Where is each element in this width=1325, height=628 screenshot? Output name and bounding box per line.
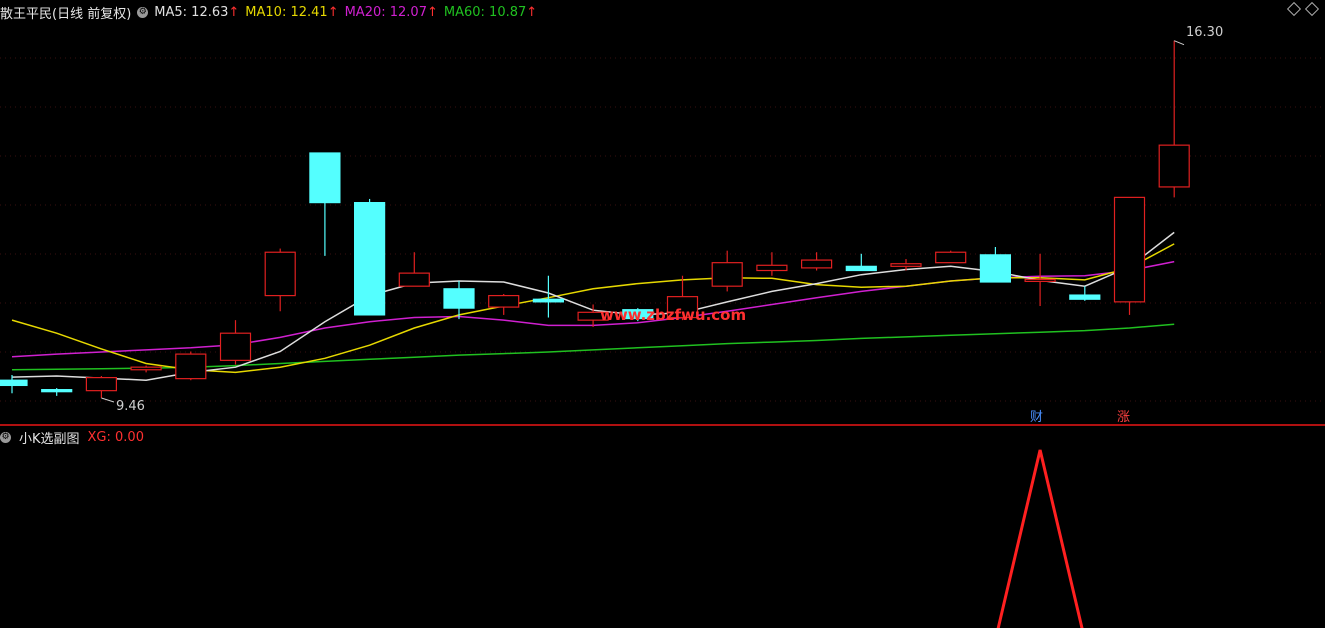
- candle-body: [1113, 196, 1146, 303]
- candle-body: [488, 294, 520, 308]
- candle: [309, 152, 341, 256]
- candle-body: [935, 251, 967, 264]
- high-price-label: 16.30: [1186, 25, 1223, 40]
- candle-body: [398, 272, 430, 287]
- candle-body: [354, 202, 386, 316]
- candle: [1024, 253, 1056, 307]
- candle-body: [41, 389, 73, 393]
- candle-body: [890, 263, 922, 267]
- candle-body: [175, 353, 207, 380]
- candle-body: [130, 366, 162, 371]
- candle: [488, 294, 520, 315]
- candle: [130, 365, 162, 373]
- watermark: www.zbzfwu.com: [600, 306, 746, 324]
- candle-body: [532, 298, 565, 303]
- high-pointer: [1174, 40, 1185, 46]
- candle-body: [443, 288, 475, 309]
- candle: [979, 247, 1012, 283]
- candle-body: [0, 379, 28, 387]
- candle-body: [1069, 294, 1101, 300]
- candle-body: [979, 254, 1012, 283]
- xg-value: XG: 0.00: [87, 429, 144, 445]
- candle-body: [1158, 144, 1190, 188]
- candle: [756, 252, 788, 276]
- zhang-marker: 涨: [1117, 410, 1130, 425]
- candle: [219, 320, 252, 365]
- candle-body: [309, 152, 341, 204]
- candle-body: [711, 262, 743, 287]
- candle-body: [264, 251, 296, 297]
- xg-line: [996, 449, 1084, 628]
- candle: [845, 253, 877, 272]
- candle: [1069, 286, 1101, 301]
- settings-icon[interactable]: ⚙: [0, 431, 11, 443]
- cai-marker: 财: [1030, 410, 1043, 425]
- candle: [1158, 40, 1190, 198]
- candle: [711, 250, 743, 292]
- candle-body: [800, 259, 833, 269]
- candle-body: [756, 264, 788, 272]
- candle-body: [219, 332, 252, 361]
- kline-chart: 16.30 9.46 www.zbzfwu.com 财 涨: [0, 25, 1325, 628]
- sub-header: ⚙ 小K选副图 XG: 0.00: [0, 428, 152, 447]
- candle: [935, 250, 967, 264]
- candle: [1113, 196, 1146, 315]
- low-pointer: [101, 397, 115, 403]
- low-price-label: 9.46: [116, 399, 145, 414]
- candle: [175, 351, 207, 381]
- candle-body: [845, 265, 877, 272]
- candle-body: [85, 376, 118, 392]
- candle: [85, 376, 118, 398]
- candle: [398, 252, 430, 287]
- candle: [354, 198, 386, 316]
- candle-body: [1024, 278, 1056, 282]
- candle: [264, 248, 296, 312]
- candle: [800, 252, 833, 271]
- sub-indicator-name[interactable]: 小K选副图: [19, 428, 80, 447]
- candle: [41, 388, 73, 396]
